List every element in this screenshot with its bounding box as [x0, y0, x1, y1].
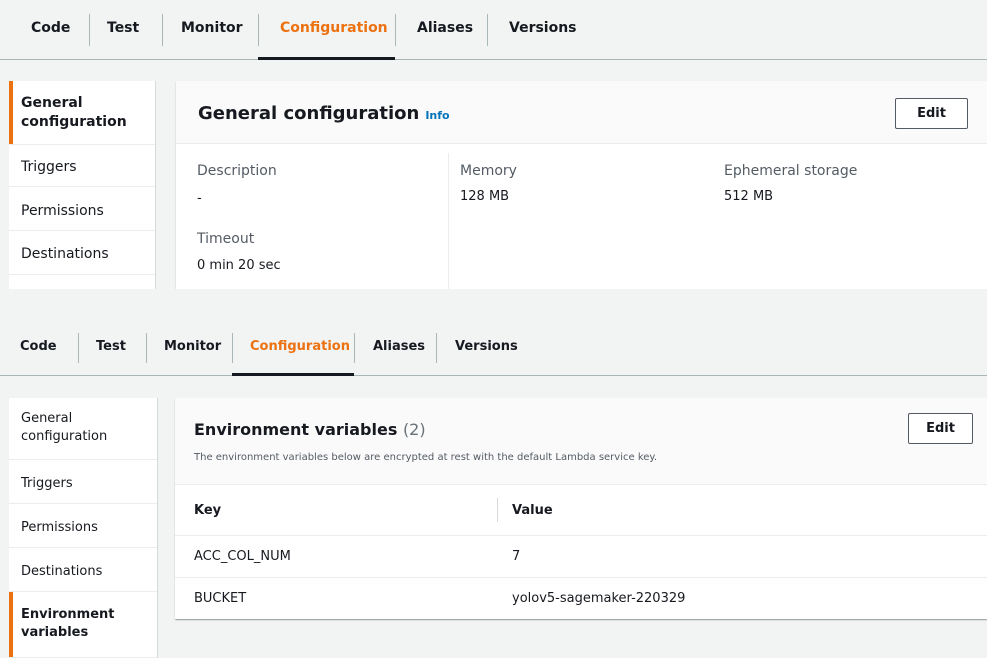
page-title: Environment variables (2)	[194, 420, 426, 439]
description-value: -	[197, 191, 202, 206]
sidebar-item-label: General configuration	[21, 411, 108, 444]
tab-separator	[258, 14, 259, 46]
tab-bar-border	[0, 59, 987, 60]
tab-code[interactable]: Code	[31, 20, 70, 36]
ephemeral-storage-label: Ephemeral storage	[724, 163, 858, 179]
column-resizer[interactable]	[497, 498, 498, 522]
tab-versions[interactable]: Versions	[455, 339, 518, 354]
tab-separator	[146, 333, 147, 363]
tab-test[interactable]: Test	[96, 339, 126, 354]
container-header: General configuration Info Edit	[176, 81, 987, 144]
sidebar-item-label: Destinations	[21, 564, 103, 579]
tab-separator	[395, 14, 396, 46]
page-title: General configuration Info	[198, 103, 450, 124]
sidebar-item-label: Triggers	[21, 159, 77, 175]
tab-versions[interactable]: Versions	[509, 20, 577, 36]
sidebar-item-destinations[interactable]: Destinations	[9, 231, 155, 275]
ephemeral-storage-value: 512 MB	[724, 189, 774, 204]
sidebar-item-label: Destinations	[21, 246, 109, 262]
sidebar-item-triggers[interactable]: Triggers	[9, 145, 155, 187]
title-text: Environment variables	[194, 420, 398, 439]
tab-configuration[interactable]: Configuration	[280, 20, 388, 36]
variable-count: (2)	[402, 420, 426, 439]
description-label: Description	[197, 163, 277, 179]
tab-code[interactable]: Code	[20, 339, 57, 354]
tab-separator	[232, 333, 233, 363]
tab-separator	[354, 333, 355, 363]
tab-aliases[interactable]: Aliases	[417, 20, 473, 36]
sidebar-item-environment-variables[interactable]: Environment variables	[9, 592, 157, 658]
sidebar-item-general-configuration[interactable]: General configuration	[9, 398, 157, 460]
env-value: 7	[512, 549, 521, 564]
tab-monitor[interactable]: Monitor	[181, 20, 243, 36]
memory-label: Memory	[460, 163, 517, 179]
column-header-value: Value	[512, 503, 553, 518]
general-configuration-container: General configuration Info Edit Descripti…	[176, 81, 987, 289]
edit-button[interactable]: Edit	[895, 98, 968, 129]
table-header-row: Key Value	[175, 484, 987, 536]
general-configuration-panel: Code Test Monitor Configuration Aliases …	[0, 0, 987, 289]
sidebar-item-destinations[interactable]: Destinations	[9, 548, 157, 592]
tab-configuration[interactable]: Configuration	[250, 339, 350, 354]
sidebar-item-label: General configuration	[21, 95, 127, 130]
container-header: Environment variables (2) The environmen…	[175, 398, 987, 485]
tab-monitor[interactable]: Monitor	[164, 339, 221, 354]
tab-test[interactable]: Test	[107, 20, 139, 36]
title-text: General configuration	[198, 103, 420, 124]
tab-separator	[487, 14, 488, 46]
column-header-key: Key	[194, 503, 222, 518]
tab-bar-border	[0, 375, 987, 376]
sidebar-item-label: Triggers	[21, 476, 73, 491]
environment-variables-panel: Code Test Monitor Configuration Aliases …	[0, 316, 987, 658]
sidebar-item-label: Environment variables	[21, 607, 115, 640]
active-tab-indicator	[232, 373, 354, 376]
sidebar-item-label: Permissions	[21, 520, 98, 535]
tab-separator	[436, 333, 437, 363]
env-key: BUCKET	[194, 591, 247, 606]
side-nav: General configuration Triggers Permissio…	[9, 398, 158, 658]
environment-variables-container: Environment variables (2) The environmen…	[175, 398, 987, 619]
tab-separator	[89, 14, 90, 46]
sidebar-item-general-configuration[interactable]: General configuration	[9, 81, 155, 145]
memory-value: 128 MB	[460, 189, 510, 204]
tab-aliases[interactable]: Aliases	[373, 339, 425, 354]
env-value: yolov5-sagemaker-220329	[512, 591, 686, 606]
timeout-label: Timeout	[197, 231, 255, 247]
sidebar-item-permissions[interactable]: Permissions	[9, 187, 155, 231]
sidebar-item-permissions[interactable]: Permissions	[9, 504, 157, 548]
sidebar-item-label: Permissions	[21, 203, 104, 219]
tab-separator	[78, 333, 79, 363]
active-tab-indicator	[258, 57, 395, 60]
tab-separator	[162, 14, 163, 46]
table-row: BUCKET yolov5-sagemaker-220329	[175, 578, 987, 619]
encryption-note: The environment variables below are encr…	[194, 452, 658, 463]
table-row: ACC_COL_NUM 7	[175, 536, 987, 578]
sidebar-item-triggers[interactable]: Triggers	[9, 460, 157, 504]
env-key: ACC_COL_NUM	[194, 549, 291, 564]
timeout-value: 0 min 20 sec	[197, 258, 281, 273]
column-divider	[448, 153, 449, 289]
side-nav: General configuration Triggers Permissio…	[9, 81, 156, 289]
edit-button[interactable]: Edit	[908, 413, 973, 444]
info-link[interactable]: Info	[425, 109, 449, 122]
